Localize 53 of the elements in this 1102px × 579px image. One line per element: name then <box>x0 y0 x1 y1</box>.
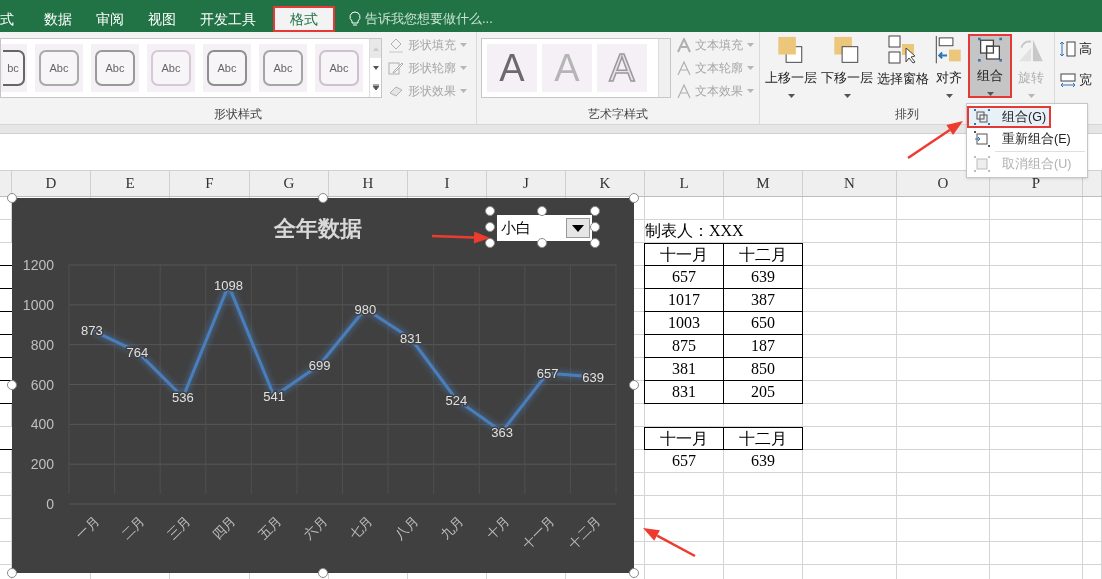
data-label: 639 <box>582 369 605 385</box>
size-label: 宽 <box>1079 71 1092 89</box>
x-axis-label: 九月 <box>437 513 467 543</box>
y-axis-label: 600 <box>30 376 54 393</box>
table-cell-text: 381 <box>672 359 696 379</box>
data-label: 657 <box>536 366 559 382</box>
x-axis-label: 六月 <box>300 513 330 543</box>
size-label: 高 <box>1079 41 1092 58</box>
data-label: 1098 <box>214 278 243 294</box>
author-text: 制表人：XXX <box>645 221 744 241</box>
x-axis-label: 二月 <box>118 513 148 543</box>
group-label: 排列 <box>895 106 919 123</box>
data-label: 363 <box>491 424 513 440</box>
x-axis-label: 四月 <box>209 513 239 543</box>
x-axis-label: 七月 <box>346 513 376 543</box>
x-axis-label: 五月 <box>255 513 285 543</box>
y-axis-label: 400 <box>30 416 54 433</box>
data-label: 873 <box>80 323 103 339</box>
chart-title: 全年数据 <box>274 215 362 243</box>
table-cell-text: 十二月 <box>739 244 787 265</box>
x-axis-label: 三月 <box>164 513 194 543</box>
x-axis-label: 十月 <box>483 513 513 543</box>
table-cell-text: 657 <box>672 451 696 471</box>
y-axis-label: 1000 <box>22 296 54 313</box>
y-axis-label: 800 <box>30 336 54 353</box>
group-label: 艺术字样式 <box>588 106 648 123</box>
x-axis-label: 十一月 <box>519 513 558 552</box>
table-cell-text: 187 <box>751 336 775 356</box>
x-axis-label: 一月 <box>72 513 102 543</box>
table-cell-text: 十一月 <box>660 244 708 265</box>
table-cell-text: 639 <box>751 451 775 471</box>
y-axis-label: 1200 <box>22 257 54 273</box>
table-cell-text: 850 <box>751 359 775 379</box>
table-cell-text: 十一月 <box>660 428 708 449</box>
table-cell-text: 387 <box>751 290 775 310</box>
group-label: 形状样式 <box>214 106 262 123</box>
y-axis-label: 200 <box>30 456 54 473</box>
x-axis-label: 十二月 <box>565 513 604 552</box>
table-cell-text: 205 <box>751 382 775 402</box>
combo-value: 小白 <box>501 217 531 238</box>
table-cell-text: 1003 <box>668 313 700 333</box>
x-axis-label: 八月 <box>392 513 421 543</box>
table-cell-text: 831 <box>672 382 696 402</box>
data-label: 536 <box>172 390 194 406</box>
y-axis-label: 0 <box>46 496 54 512</box>
table-cell-text: 十二月 <box>739 428 787 449</box>
data-label: 980 <box>354 301 377 317</box>
data-label: 541 <box>263 389 285 405</box>
table-cell-text: 1017 <box>668 290 700 310</box>
table-cell-text: 657 <box>672 267 696 287</box>
table-cell-text: 639 <box>751 267 775 287</box>
table-cell-text: 650 <box>751 313 775 333</box>
table-cell-text: 875 <box>672 336 696 356</box>
